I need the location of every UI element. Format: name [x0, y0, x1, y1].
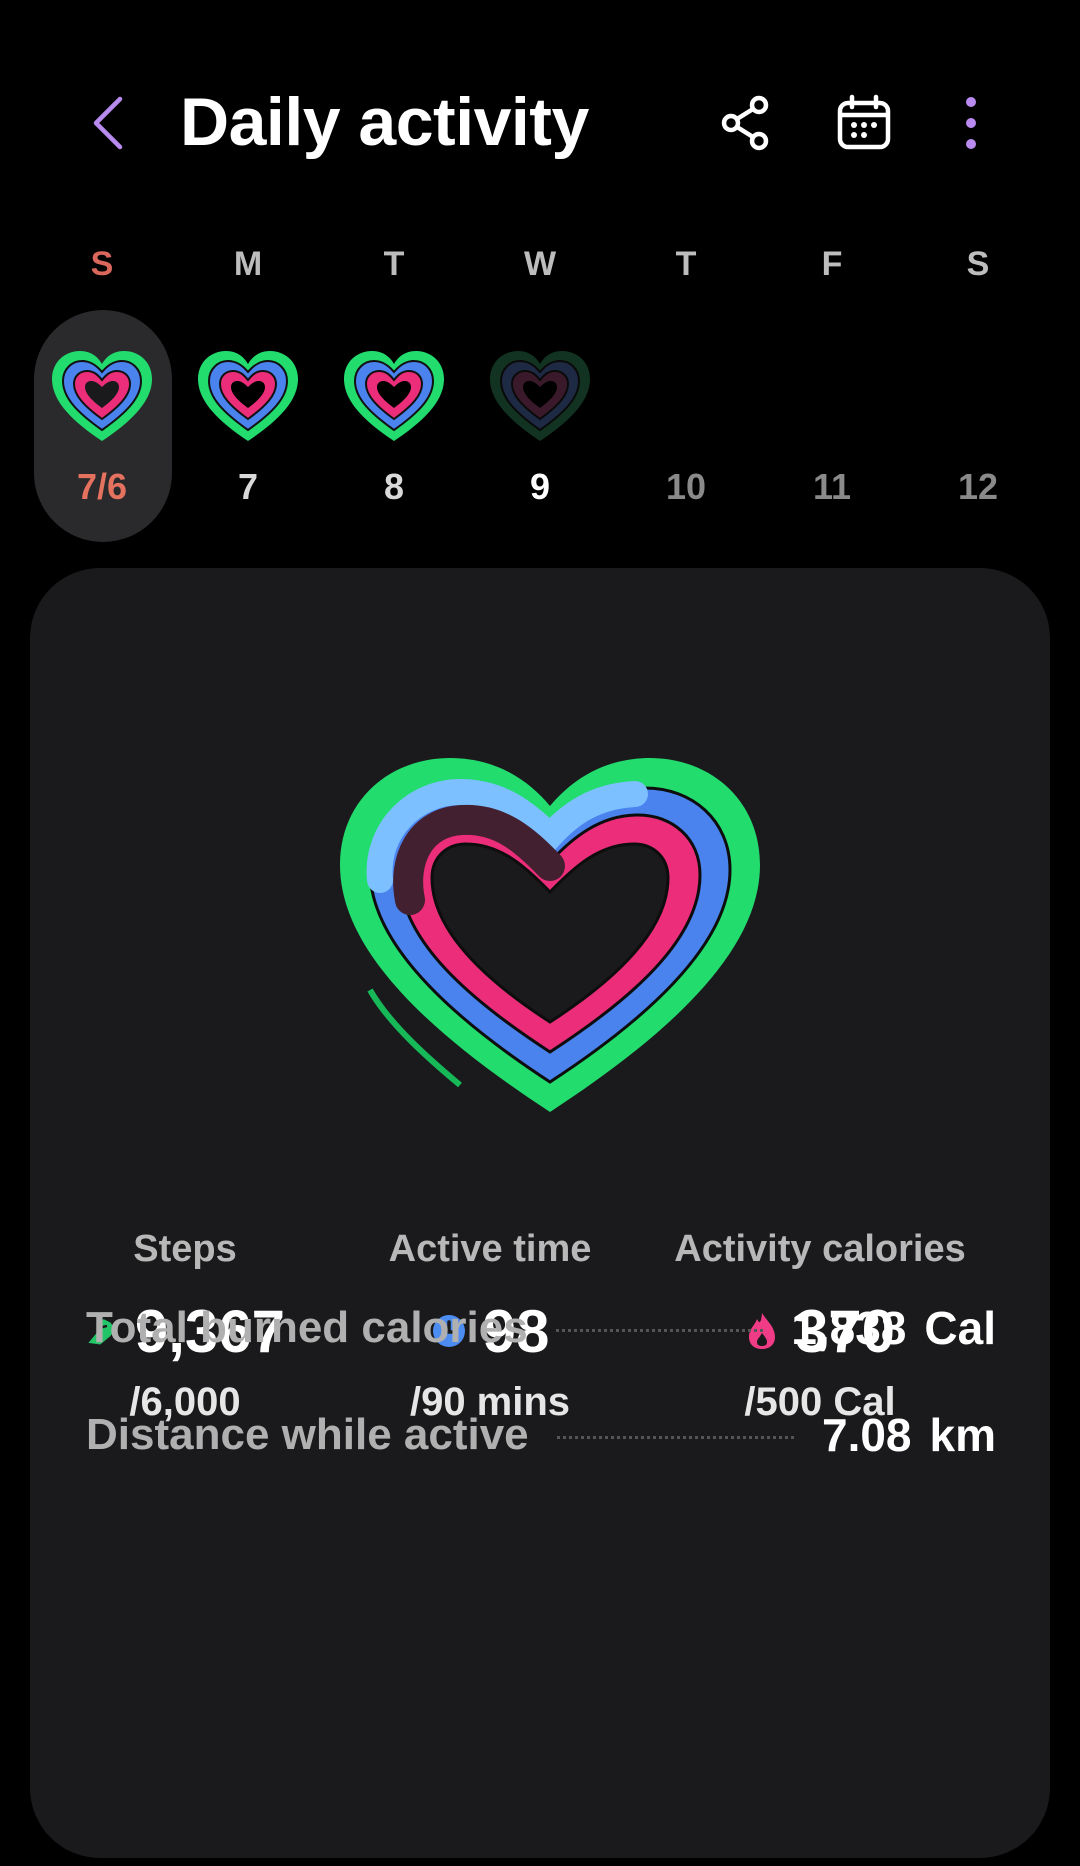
activity-card: Steps 9,367 /6,000 Active time 98 /90 mi… [30, 568, 1050, 1858]
day-of-week: T [383, 245, 405, 283]
day-date: 9 [529, 466, 551, 507]
share-button[interactable] [710, 88, 780, 158]
back-button[interactable] [78, 88, 138, 158]
day-thu: T 10 [616, 240, 756, 540]
day-date: 12 [957, 466, 999, 507]
day-mon[interactable]: M 7 [178, 240, 318, 540]
activity-rings-heart-icon [340, 758, 760, 1112]
top-bar: Daily activity [0, 0, 1080, 245]
distance-while-active-label: Distance while active [86, 1410, 529, 1459]
week-strip: S 7/6 M 7 T 8 W 9 T 10 F 11 S 12 [0, 240, 1080, 560]
more-options-button[interactable] [936, 88, 1006, 158]
mini-activity-heart-icon [344, 351, 444, 441]
distance-while-active-unit: km [929, 1409, 996, 1461]
day-of-week: F [821, 245, 843, 283]
day-of-week: S [966, 245, 990, 283]
dotted-leader [555, 1328, 764, 1332]
total-burned-calories-value: 1,838 [791, 1302, 907, 1354]
chevron-left-icon [93, 96, 123, 150]
mini-activity-heart-icon [490, 351, 590, 441]
distance-while-active-row: Distance while active 7.08 km [86, 1400, 996, 1470]
page-title: Daily activity [180, 84, 589, 160]
day-date: 11 [812, 466, 852, 507]
day-of-week: S [90, 245, 114, 283]
total-burned-calories-label: Total burned calories [86, 1303, 528, 1352]
day-date: 7 [237, 466, 259, 507]
day-wed[interactable]: W 9 [470, 240, 610, 540]
calendar-icon [837, 94, 891, 150]
mini-activity-heart-icon [52, 351, 152, 441]
day-tue[interactable]: T 8 [324, 240, 464, 540]
more-vert-icon [966, 97, 976, 149]
steps-label: Steps [133, 1228, 237, 1270]
day-date: 7/6 [76, 466, 128, 507]
day-date: 8 [383, 466, 405, 507]
day-fri: F 11 [762, 240, 902, 540]
day-date: 10 [665, 466, 707, 507]
day-of-week: T [675, 245, 697, 283]
mini-activity-heart-icon [198, 351, 298, 441]
activity-calories-label: Activity calories [674, 1228, 966, 1270]
day-of-week: W [523, 245, 557, 283]
day-sat: S 12 [908, 240, 1048, 540]
distance-while-active-value: 7.08 [821, 1409, 912, 1461]
day-of-week: M [233, 245, 263, 283]
day-sun[interactable]: S 7/6 [32, 240, 172, 542]
active-time-label: Active time [388, 1228, 592, 1270]
total-burned-calories-row: Total burned calories 1,838 Cal [86, 1293, 996, 1363]
share-icon [721, 95, 769, 151]
total-burned-calories-unit: Cal [924, 1302, 996, 1354]
dotted-leader [556, 1435, 794, 1439]
calendar-button[interactable] [829, 88, 899, 158]
